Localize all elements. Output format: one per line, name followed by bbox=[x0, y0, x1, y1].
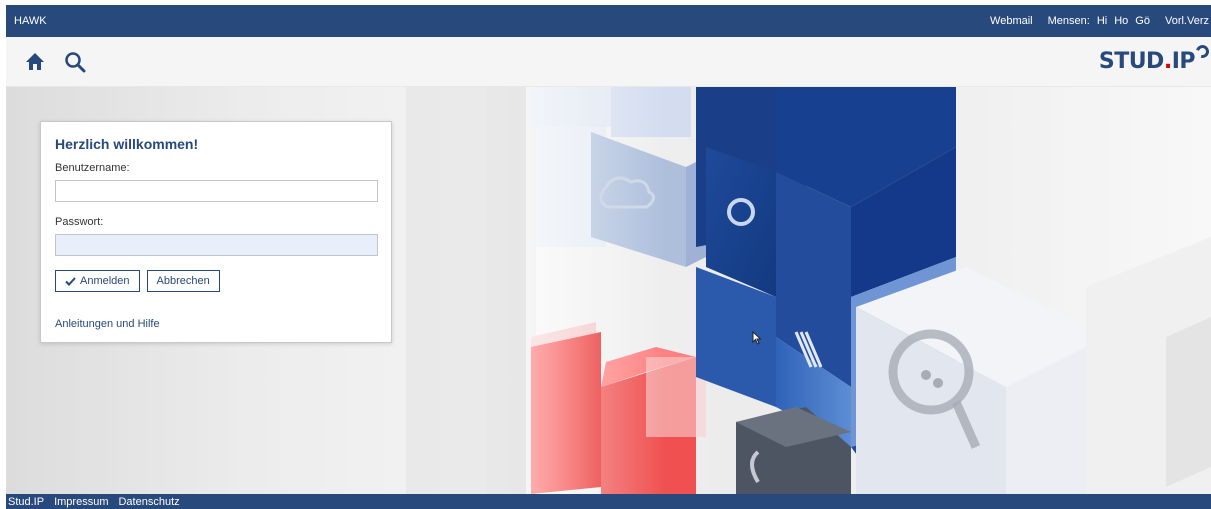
help-link[interactable]: Anleitungen und Hilfe bbox=[55, 318, 377, 330]
logo-ring-icon bbox=[1193, 42, 1211, 61]
search-icon[interactable] bbox=[62, 49, 88, 75]
logo-suffix: IP bbox=[1171, 49, 1196, 74]
top-links: Webmail Mensen: Hi Ho Gö Vorl.Verz bbox=[990, 15, 1209, 27]
vorlesungsverzeichnis-link[interactable]: Vorl.Verz bbox=[1165, 15, 1209, 27]
password-input[interactable] bbox=[55, 234, 378, 256]
footer: Stud.IP Impressum Datenschutz bbox=[6, 494, 1211, 509]
mensen-label: Mensen: bbox=[1047, 15, 1090, 27]
login-buttons: Anmelden Abbrechen bbox=[55, 270, 377, 292]
webmail-link[interactable]: Webmail bbox=[990, 15, 1033, 27]
password-label: Passwort: bbox=[55, 216, 104, 228]
top-bar: HAWK Webmail Mensen: Hi Ho Gö Vorl.Verz bbox=[6, 5, 1211, 37]
logo-dot: . bbox=[1163, 49, 1172, 74]
mensa-ho-link[interactable]: Ho bbox=[1114, 15, 1128, 27]
login-panel: Herzlich willkommen! Benutzername: Passw… bbox=[40, 121, 392, 343]
cancel-button[interactable]: Abbrechen bbox=[146, 270, 220, 292]
checkmark-icon bbox=[65, 276, 76, 286]
institution-name: HAWK bbox=[14, 15, 47, 27]
login-button[interactable]: Anmelden bbox=[55, 270, 140, 292]
username-label: Benutzername: bbox=[55, 162, 130, 174]
login-button-label: Anmelden bbox=[80, 275, 130, 287]
username-input[interactable] bbox=[55, 180, 378, 202]
mensa-go-link[interactable]: Gö bbox=[1135, 15, 1150, 27]
footer-datenschutz-link[interactable]: Datenschutz bbox=[118, 495, 179, 509]
home-icon[interactable] bbox=[22, 49, 48, 75]
login-title: Herzlich willkommen! bbox=[55, 136, 199, 152]
cancel-button-label: Abbrechen bbox=[156, 275, 210, 287]
mouse-cursor-icon bbox=[752, 331, 762, 345]
logo-text: STUD bbox=[1098, 49, 1164, 74]
mensa-hi-link[interactable]: Hi bbox=[1097, 15, 1107, 27]
footer-studip-link[interactable]: Stud.IP bbox=[8, 495, 44, 509]
header: STUD. IP bbox=[6, 37, 1211, 87]
footer-impressum-link[interactable]: Impressum bbox=[54, 495, 108, 509]
studip-logo[interactable]: STUD. IP bbox=[1098, 42, 1211, 74]
